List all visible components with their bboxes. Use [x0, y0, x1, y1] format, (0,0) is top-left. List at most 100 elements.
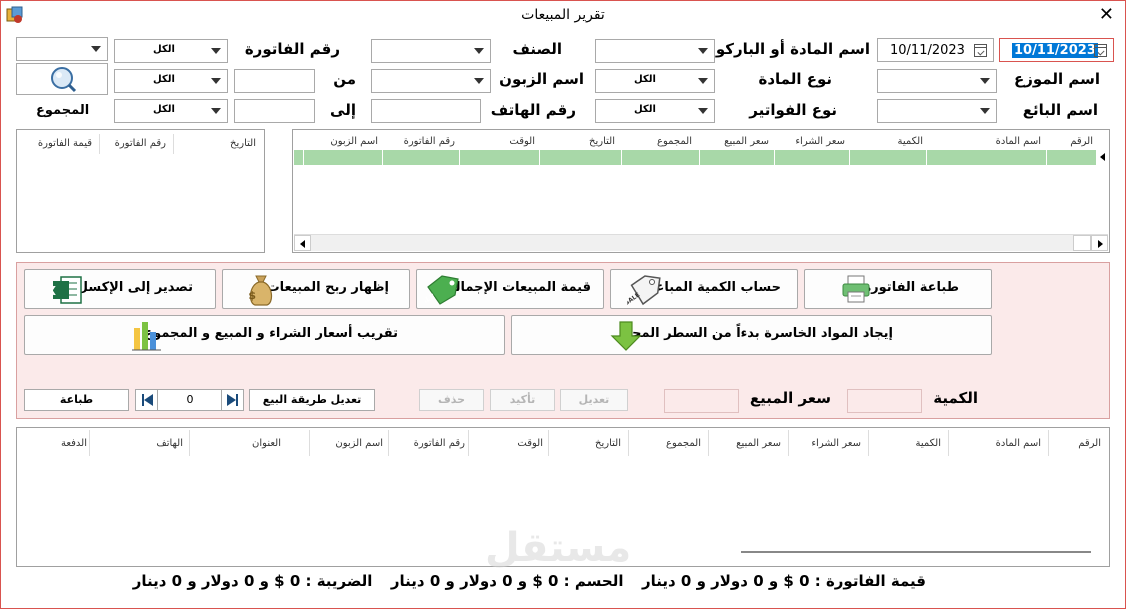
invoice-type-label: نوع الفواتير — [749, 101, 837, 119]
calendar-icon[interactable] — [1094, 44, 1107, 57]
find-losing-label: إيجاد المواد الخاسرة بدءاً من السطر المح… — [617, 326, 893, 341]
col-header[interactable]: سعر المبيع — [736, 438, 781, 449]
currency-combo[interactable] — [16, 37, 108, 61]
col-header[interactable]: العنوان — [252, 438, 281, 449]
svg-text:$: $ — [248, 289, 256, 302]
horizontal-scrollbar[interactable] — [294, 234, 1108, 251]
col-header[interactable]: رقم الفاتورة — [414, 438, 465, 449]
watermark: مستقل — [485, 525, 632, 571]
from-combo[interactable]: الكل — [114, 69, 228, 93]
chevron-down-icon — [698, 48, 708, 54]
col-header[interactable]: سعر المبيع — [724, 136, 769, 147]
col-header[interactable]: رقم الفاتورة — [115, 138, 166, 149]
phone-input[interactable] — [371, 99, 481, 123]
col-header[interactable]: التاريخ — [230, 138, 256, 149]
calendar-icon[interactable] — [974, 44, 987, 57]
col-header[interactable]: الكمية — [897, 136, 923, 147]
col-header[interactable]: اسم الزبون — [335, 438, 383, 449]
col-header[interactable]: المجموع — [666, 438, 701, 449]
side-grid[interactable]: التاريخ رقم الفاتورة قيمة الفاتورة — [16, 129, 265, 253]
to-combo[interactable]: الكل — [114, 99, 228, 123]
col-header[interactable]: الوقت — [509, 136, 535, 147]
col-header[interactable]: اسم المادة — [996, 438, 1041, 449]
col-header[interactable]: قيمة الفاتورة — [38, 138, 92, 149]
last-page-icon[interactable] — [221, 390, 243, 410]
item-barcode-combo[interactable] — [595, 39, 715, 63]
from-label: من — [333, 70, 356, 88]
col-header[interactable]: الكمية — [915, 438, 941, 449]
window-title: تقرير المبيعات — [521, 7, 605, 23]
invoice-type-filter[interactable]: الكل — [595, 99, 715, 123]
invoice-type-combo[interactable]: الكل — [114, 39, 228, 63]
page-navigator: 0 — [135, 389, 244, 411]
sale-price-label: سعر المبيع — [749, 389, 831, 407]
sale-tag-icon: SALE — [425, 275, 459, 307]
close-icon[interactable]: ✕ — [1099, 4, 1114, 26]
sold-quantity-button[interactable]: حساب الكمية المباعة SALE — [610, 269, 798, 309]
chevron-down-icon — [211, 48, 221, 54]
col-header[interactable]: الرقم — [1078, 438, 1101, 449]
show-profit-label: إظهار ربح المبيعات — [266, 280, 389, 295]
seller-combo[interactable] — [877, 99, 997, 123]
col-header[interactable]: رقم الفاتورة — [404, 136, 455, 147]
round-prices-button[interactable]: تقريب أسعار الشراء و المبيع و المجموع — [24, 315, 505, 355]
round-prices-label: تقريب أسعار الشراء و المبيع و المجموع — [144, 326, 398, 341]
change-sale-method-button[interactable]: تعديل طريقة البيع — [249, 389, 375, 411]
print-button[interactable]: طباعة — [24, 389, 129, 411]
main-grid[interactable]: الرقم اسم المادة الكمية سعر الشراء سعر ا… — [292, 129, 1110, 253]
svg-text:X: X — [51, 284, 57, 298]
item-barcode-label: اسم المادة أو الباركود — [708, 40, 870, 58]
chevron-down-icon — [698, 108, 708, 114]
chevron-down-icon — [980, 78, 990, 84]
date-from-picker[interactable]: 10/11/2023 — [877, 38, 994, 62]
first-page-icon[interactable] — [136, 390, 158, 410]
total-sales-button[interactable]: قيمة المبيعات الإجمالية SALE — [416, 269, 604, 309]
print-invoice-button[interactable]: طباعة الفاتورة — [804, 269, 992, 309]
col-header[interactable]: التاريخ — [595, 438, 621, 449]
col-header[interactable]: سعر الشراء — [795, 136, 845, 147]
combo-value: الكل — [153, 104, 175, 115]
scroll-left-icon[interactable] — [294, 235, 311, 251]
find-losing-items-button[interactable]: إيجاد المواد الخاسرة بدءاً من السطر المح… — [511, 315, 992, 355]
col-header[interactable]: التاريخ — [589, 136, 615, 147]
sale-price-input[interactable] — [664, 389, 739, 413]
item-type-combo[interactable]: الكل — [595, 69, 715, 93]
page-number[interactable]: 0 — [159, 392, 221, 408]
combo-value: الكل — [634, 104, 656, 115]
edit-button[interactable]: تعديل — [560, 389, 628, 411]
chevron-down-icon — [474, 48, 484, 54]
date-from-value: 10/11/2023 — [890, 43, 965, 58]
category-combo[interactable] — [371, 39, 491, 63]
category-label: الصنف — [512, 40, 562, 58]
search-button[interactable] — [16, 63, 108, 95]
export-excel-button[interactable]: تصدير إلى الإكسل X — [24, 269, 216, 309]
combo-value: الكل — [153, 74, 175, 85]
col-header[interactable]: الدفعة — [61, 438, 87, 449]
to-input[interactable] — [234, 99, 315, 123]
col-header[interactable]: الرقم — [1070, 136, 1093, 147]
from-input[interactable] — [234, 69, 315, 93]
scroll-right-icon[interactable] — [1091, 235, 1108, 251]
horizontal-scrollbar[interactable] — [741, 551, 1091, 553]
col-header[interactable]: الهاتف — [156, 438, 183, 449]
col-header[interactable]: اسم المادة — [996, 136, 1041, 147]
distributor-combo[interactable] — [877, 69, 997, 93]
table-row[interactable] — [294, 150, 1096, 165]
scroll-thumb[interactable] — [1073, 235, 1091, 251]
show-profit-button[interactable]: إظهار ربح المبيعات $ — [222, 269, 410, 309]
col-header[interactable]: اسم الزبون — [330, 136, 378, 147]
col-header[interactable]: سعر الشراء — [811, 438, 861, 449]
date-to-picker[interactable]: 10/11/2023 — [999, 38, 1114, 62]
chevron-down-icon — [211, 108, 221, 114]
row-pointer-icon — [1100, 153, 1105, 161]
quantity-input[interactable] — [847, 389, 922, 413]
phone-label: رقم الهاتف — [490, 101, 576, 119]
col-header[interactable]: المجموع — [657, 136, 692, 147]
delete-button[interactable]: حذف — [419, 389, 484, 411]
combo-value: الكل — [634, 74, 656, 85]
quantity-label: الكمية — [933, 389, 978, 407]
col-header[interactable]: الوقت — [517, 438, 543, 449]
confirm-button[interactable]: تأكيد — [490, 389, 555, 411]
excel-icon: X — [51, 276, 82, 304]
customer-combo[interactable] — [371, 69, 491, 93]
